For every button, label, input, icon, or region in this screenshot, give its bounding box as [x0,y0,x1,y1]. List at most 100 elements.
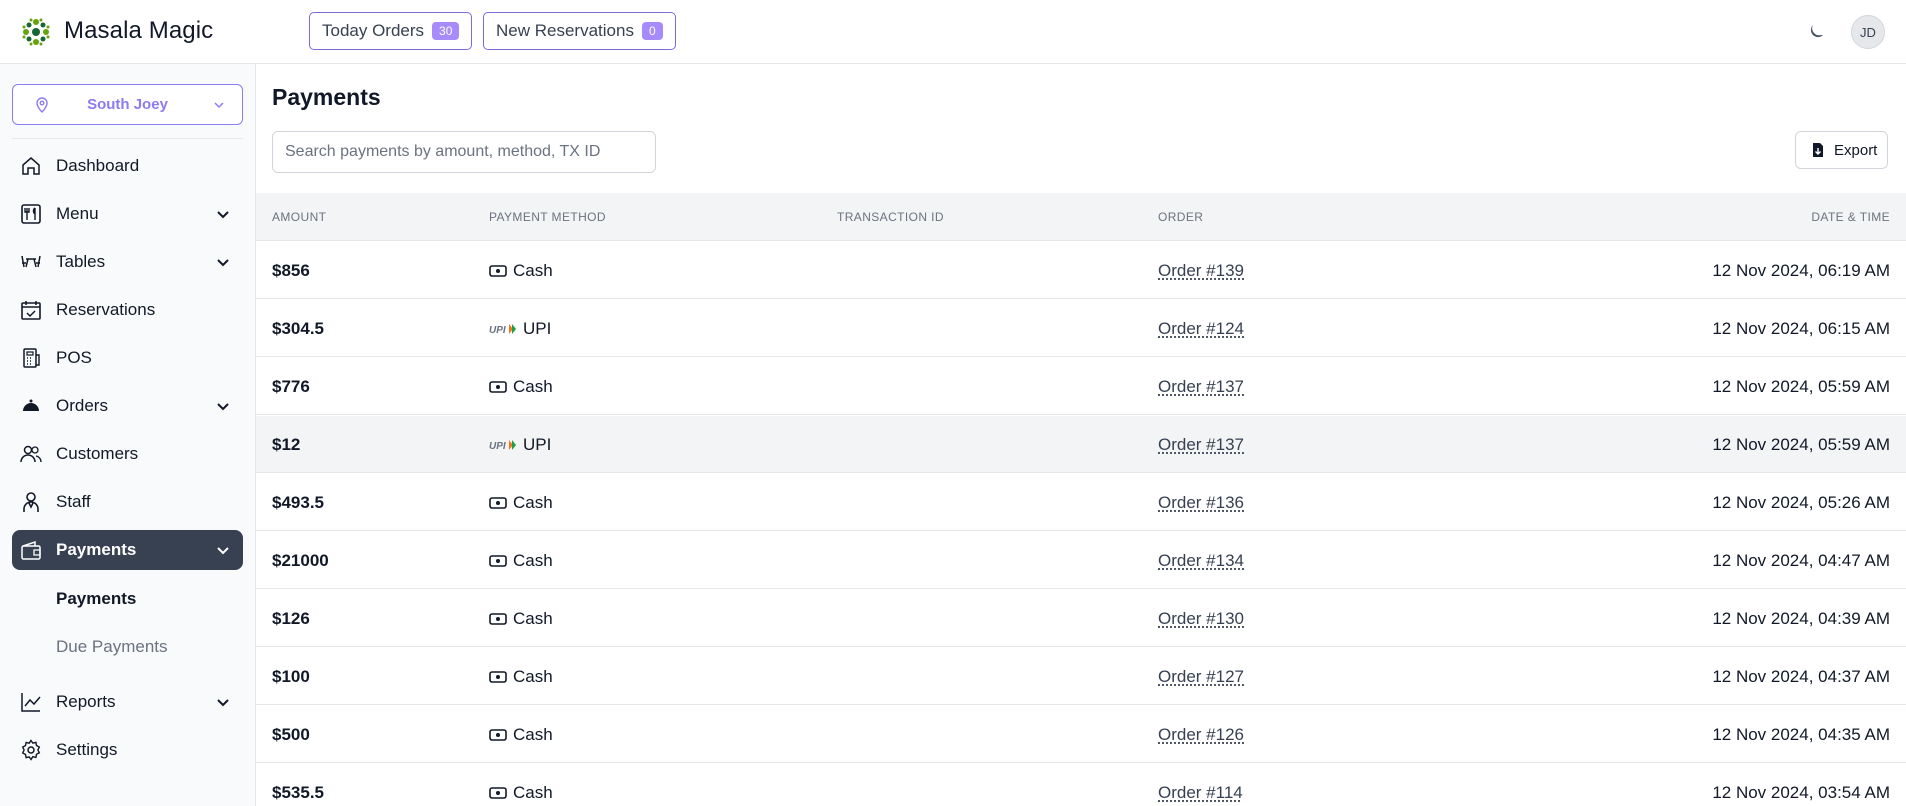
payment-method-label: Cash [513,609,553,628]
chart-line-icon [21,693,41,712]
payment-method-label: Cash [513,725,553,744]
table-row: $500 Cash Order #126 12 Nov 2024, 04:35 AM [256,706,1906,763]
location-name: South Joey [87,96,168,113]
cash-icon [489,265,507,277]
order-link[interactable]: Order #137 [1158,377,1244,397]
sidebar-item-orders[interactable]: Orders [12,386,243,426]
pos-terminal-icon [23,348,40,368]
sidebar-item-label: Dashboard [56,156,140,175]
export-button[interactable]: Export [1795,131,1888,169]
payment-method-label: UPI [523,319,552,338]
cash-icon [489,787,507,799]
payment-method-cell: Cash [489,783,553,803]
column-header-amount[interactable]: AMOUNT [272,210,326,224]
amount-cell: $12 [272,435,301,454]
cash-icon [489,613,507,625]
payment-method-label: Cash [513,377,553,396]
order-link[interactable]: Order #126 [1158,725,1244,745]
sidebar-item-label: Staff [56,492,91,511]
table-row: $535.5 Cash Order #114 12 Nov 2024, 03:54 A… [256,764,1906,806]
sidebar-item-tables[interactable]: Tables [12,242,243,282]
sidebar-item-menu[interactable]: Menu [12,194,243,234]
top-header: Masala Magic Today Orders 30 New Reserva… [0,0,1906,64]
payment-method-cell: Cash [489,667,553,687]
cash-icon [489,381,507,393]
home-icon [22,157,40,175]
order-link[interactable]: Order #136 [1158,493,1244,513]
payment-method-cell: UPI UPI [489,435,551,455]
date-time-cell: 12 Nov 2024, 03:54 AM [1712,783,1890,802]
amount-cell: $100 [272,667,310,686]
amount-cell: $21000 [272,551,329,570]
cash-icon [489,671,507,683]
payment-method-cell: Cash [489,609,553,629]
cash-icon [489,555,507,567]
page-title: Payments [272,84,381,110]
sidebar-item-reports[interactable]: Reports [12,682,243,722]
wallet-icon [21,540,41,560]
cash-icon [489,497,507,509]
search-input[interactable] [272,131,656,173]
table-row: $12 UPI UPI Order #137 12 Nov 2024, 05:59 AM [256,416,1906,473]
calendar-check-icon [21,301,41,320]
sidebar-item-payments[interactable]: Payments [12,530,243,570]
sidebar-item-label: Reservations [56,300,156,319]
column-header-transaction-id[interactable]: TRANSACTION ID [837,210,944,224]
amount-cell: $776 [272,377,310,396]
order-link[interactable]: Order #134 [1158,551,1244,571]
date-time-cell: 12 Nov 2024, 05:26 AM [1712,493,1890,512]
date-time-cell: 12 Nov 2024, 06:15 AM [1712,319,1890,338]
new-reservations-button[interactable]: New Reservations 0 [483,12,676,50]
payment-method-label: Cash [513,667,553,686]
order-link[interactable]: Order #130 [1158,609,1244,629]
svg-text:UPI: UPI [489,441,506,452]
payment-method-label: Cash [513,493,553,512]
sidebar: South Joey Dashboard Menu Tables Reserva… [0,64,256,806]
sidebar-item-pos[interactable]: POS [12,338,243,378]
user-avatar[interactable]: JD [1851,15,1885,49]
payment-method-label: Cash [513,261,553,280]
table-row: $493.5 Cash Order #136 12 Nov 2024, 05:26 A… [256,474,1906,531]
date-time-cell: 12 Nov 2024, 05:59 AM [1712,435,1890,454]
dark-mode-moon-icon[interactable] [1806,22,1826,42]
order-link[interactable]: Order #114 [1158,783,1243,803]
export-label: Export [1834,141,1878,159]
date-time-cell: 12 Nov 2024, 06:19 AM [1712,261,1890,280]
date-time-cell: 12 Nov 2024, 04:47 AM [1712,551,1890,570]
staff-person-icon [23,492,39,512]
sidebar-item-staff[interactable]: Staff [12,482,243,522]
file-export-icon [1813,143,1823,157]
column-header-date-time[interactable]: DATE & TIME [1811,210,1890,224]
app-logo-icon [22,18,50,46]
sidebar-item-label: Settings [56,740,118,759]
sidebar-item-reservations[interactable]: Reservations [12,290,243,330]
sidebar-item-dashboard[interactable]: Dashboard [12,146,243,186]
payment-method-label: UPI [523,435,552,454]
order-link[interactable]: Order #137 [1158,435,1244,455]
amount-cell: $535.5 [272,783,324,802]
sidebar-item-customers[interactable]: Customers [12,434,243,474]
order-link[interactable]: Order #139 [1158,261,1244,281]
column-header-payment-method[interactable]: PAYMENT METHOD [489,210,606,224]
sidebar-subitem-due-payments[interactable]: Due Payments [56,637,168,657]
column-header-order[interactable]: ORDER [1158,210,1203,224]
payment-method-cell: Cash [489,493,553,513]
today-orders-count-badge: 30 [432,22,460,40]
sidebar-item-label: Orders [56,396,108,415]
sidebar-item-settings[interactable]: Settings [12,730,243,770]
sidebar-subitem-payments[interactable]: Payments [56,589,136,609]
sidebar-item-label: Menu [56,204,99,223]
table-row: $856 Cash Order #139 12 Nov 2024, 06:19 AM [256,242,1906,299]
chevron-down-icon [217,259,229,267]
payment-method-label: Cash [513,783,553,802]
order-link[interactable]: Order #127 [1158,667,1244,687]
sidebar-item-label: Tables [56,252,106,271]
chevron-down-icon [217,211,229,219]
sidebar-item-label: POS [56,348,92,367]
cash-icon [489,729,507,741]
payment-method-cell: Cash [489,261,553,281]
order-link[interactable]: Order #124 [1158,319,1244,339]
today-orders-button[interactable]: Today Orders 30 [309,12,473,50]
location-selector[interactable]: South Joey [12,84,243,125]
users-icon [20,445,42,463]
